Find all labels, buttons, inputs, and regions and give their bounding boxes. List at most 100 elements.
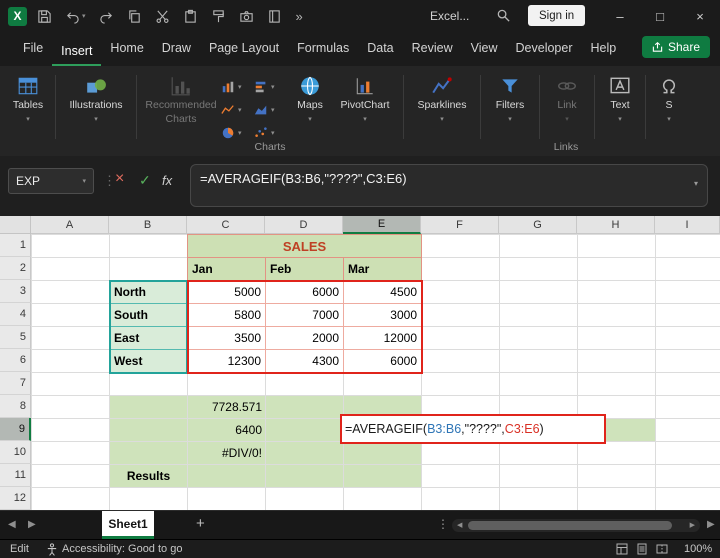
row-header-4[interactable]: 4 [0, 303, 31, 326]
cell-east[interactable]: East [109, 326, 188, 350]
maps-button[interactable]: Maps ▾ [288, 73, 332, 125]
add-sheet-button[interactable]: + [196, 515, 205, 532]
row-header-11[interactable]: 11 [0, 464, 31, 487]
close-button[interactable]: × [680, 0, 720, 32]
copy-icon[interactable] [127, 9, 142, 24]
tab-scroll-far-right-icon[interactable]: ▶ [707, 519, 715, 530]
minimize-button[interactable]: – [600, 0, 640, 32]
sparklines-button[interactable]: Sparklines ▾ [409, 73, 475, 125]
column-header-f[interactable]: F [421, 216, 499, 234]
column-header-h[interactable]: H [577, 216, 655, 234]
bar-chart-button[interactable]: ▾ [254, 75, 287, 98]
name-box[interactable]: EXP ▾ [8, 168, 94, 194]
cell-feb[interactable]: Feb [265, 257, 344, 281]
camera-icon[interactable] [239, 9, 254, 24]
select-all-corner[interactable] [0, 216, 31, 234]
tab-home[interactable]: Home [101, 41, 152, 66]
column-header-c[interactable]: C [187, 216, 265, 234]
scrollbar-thumb[interactable] [468, 521, 672, 530]
accessibility-status[interactable]: Accessibility: Good to go [62, 543, 182, 555]
normal-view-icon[interactable] [616, 543, 628, 555]
area-chart-button[interactable]: ▾ [254, 98, 287, 121]
sign-in-button[interactable]: Sign in [528, 5, 586, 26]
tab-developer[interactable]: Developer [507, 41, 582, 66]
zoom-level[interactable]: 100% [684, 543, 712, 555]
cell-d5[interactable]: 2000 [265, 326, 344, 350]
cell-c8-average[interactable]: 7728.571 [187, 395, 266, 419]
tab-formulas[interactable]: Formulas [288, 41, 358, 66]
cell-e6[interactable]: 6000 [343, 349, 422, 373]
cell-south[interactable]: South [109, 303, 188, 327]
undo-icon[interactable]: ▾ [65, 9, 86, 24]
format-painter-icon[interactable] [211, 9, 226, 24]
column-header-e[interactable]: E [343, 216, 421, 234]
row-header-12[interactable]: 12 [0, 487, 31, 510]
cell-jan[interactable]: Jan [187, 257, 266, 281]
tab-data[interactable]: Data [358, 41, 402, 66]
cut-icon[interactable] [155, 9, 170, 24]
sheet-nav-left-icon[interactable]: ◀ [8, 519, 16, 530]
tab-view[interactable]: View [462, 41, 507, 66]
tab-insert[interactable]: Insert [52, 44, 102, 66]
expand-formula-bar-icon[interactable]: ▾ [694, 179, 698, 188]
cell-e4[interactable]: 3000 [343, 303, 422, 327]
row-header-5[interactable]: 5 [0, 326, 31, 349]
filters-button[interactable]: Filters ▾ [486, 73, 534, 125]
tabbar-more-icon[interactable]: ⋮ [437, 517, 449, 531]
cell-e3[interactable]: 4500 [343, 280, 422, 304]
cancel-entry-button[interactable]: × [115, 170, 124, 188]
column-header-g[interactable]: G [499, 216, 577, 234]
redo-icon[interactable] [99, 9, 114, 24]
pivotchart-button[interactable]: PivotChart ▾ [332, 73, 398, 125]
tab-file[interactable]: File [14, 41, 52, 66]
enter-entry-button[interactable]: ✓ [139, 172, 151, 189]
cell-north[interactable]: North [109, 280, 188, 304]
sheet-nav-right-icon[interactable]: ▶ [28, 519, 36, 530]
notebook-icon[interactable] [267, 9, 282, 24]
column-header-a[interactable]: A [31, 216, 109, 234]
row-header-10[interactable]: 10 [0, 441, 31, 464]
recommended-charts-button[interactable]: Recommended Charts [142, 73, 220, 125]
scroll-left-icon[interactable]: ◀ [457, 521, 462, 529]
cell-c3[interactable]: 5000 [187, 280, 266, 304]
tab-help[interactable]: Help [582, 41, 626, 66]
cell-e5[interactable]: 12000 [343, 326, 422, 350]
tab-draw[interactable]: Draw [153, 41, 200, 66]
column-chart-button[interactable]: ▾ [221, 75, 254, 98]
cell-c5[interactable]: 3500 [187, 326, 266, 350]
link-button[interactable]: Link ▾ [545, 73, 589, 125]
cell-d6[interactable]: 4300 [265, 349, 344, 373]
cell-e9-formula-edit[interactable]: =AVERAGEIF( B3:B6 ,"????", C3:E6 ) [340, 414, 606, 444]
row-header-6[interactable]: 6 [0, 349, 31, 372]
cell-c10-div0-error[interactable]: #DIV/0! [187, 441, 266, 465]
symbols-button[interactable]: S ▾ [651, 73, 687, 125]
page-break-preview-icon[interactable] [656, 543, 668, 555]
row-header-8[interactable]: 8 [0, 395, 31, 418]
cell-c9-averageif[interactable]: 6400 [187, 418, 266, 442]
cell-d4[interactable]: 7000 [265, 303, 344, 327]
scroll-right-icon[interactable]: ▶ [690, 521, 695, 529]
row-header-3[interactable]: 3 [0, 280, 31, 303]
column-header-i[interactable]: I [655, 216, 720, 234]
search-icon[interactable] [496, 8, 511, 23]
page-layout-view-icon[interactable] [636, 543, 648, 555]
cell-c6[interactable]: 12300 [187, 349, 266, 373]
cell-c4[interactable]: 5800 [187, 303, 266, 327]
maximize-button[interactable]: □ [640, 0, 680, 32]
insert-function-button[interactable]: fx [162, 173, 172, 188]
row-header-7[interactable]: 7 [0, 372, 31, 395]
horizontal-scrollbar[interactable]: ◀ ▶ [452, 519, 700, 532]
column-header-d[interactable]: D [265, 216, 343, 234]
cell-west[interactable]: West [109, 349, 188, 373]
formula-input[interactable]: =AVERAGEIF(B3:B6,"????",C3:E6) ▾ [190, 164, 708, 207]
tab-page-layout[interactable]: Page Layout [200, 41, 288, 66]
tables-button[interactable]: Tables ▾ [6, 73, 50, 125]
row-header-9[interactable]: 9 [0, 418, 31, 441]
cell-mar[interactable]: Mar [343, 257, 422, 281]
toolbar-overflow-icon[interactable]: » [296, 9, 303, 24]
column-header-b[interactable]: B [109, 216, 187, 234]
row-header-2[interactable]: 2 [0, 257, 31, 280]
share-button[interactable]: Share [641, 36, 710, 58]
tab-review[interactable]: Review [403, 41, 462, 66]
row-header-1[interactable]: 1 [0, 234, 31, 257]
